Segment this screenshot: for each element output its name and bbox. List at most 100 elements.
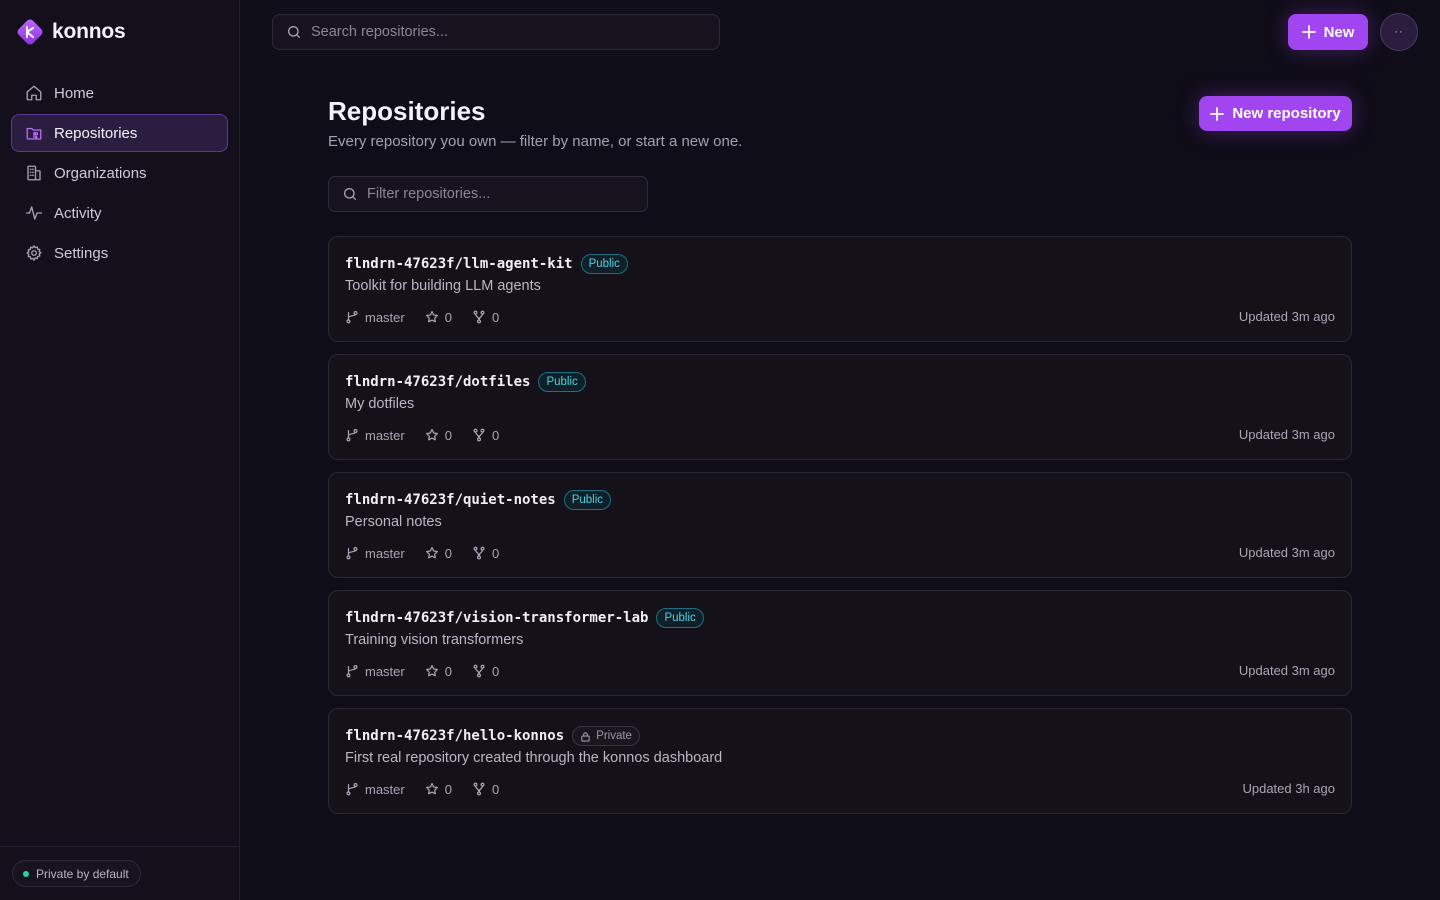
status-dot — [23, 870, 29, 877]
branch-name: master — [365, 309, 405, 325]
repo-card[interactable]: flndrn-47623f/vision-transformer-lab Pub… — [328, 590, 1352, 696]
sidebar-item-label: Home — [54, 84, 95, 102]
forks-value: 0 — [491, 545, 500, 561]
repo-meta: master 0 0 — [345, 425, 519, 445]
page-title: Repositories — [328, 96, 486, 126]
branch-name: master — [365, 663, 405, 679]
branch-icon — [346, 665, 358, 678]
updated-time: Updated 3m ago — [1238, 427, 1335, 442]
repo-name-link[interactable]: flndrn-47623f/dotfiles — [345, 374, 530, 390]
filter-input[interactable] — [367, 186, 637, 202]
global-search — [272, 14, 720, 50]
star-icon — [425, 546, 438, 559]
repo-name-link[interactable]: flndrn-47623f/hello-konnos — [345, 728, 564, 744]
repo-meta: master 0 0 — [345, 307, 519, 327]
repo-description: Training vision transformers — [345, 632, 524, 648]
star-count[interactable]: 0 — [425, 428, 452, 443]
badge-label: Private by default — [36, 866, 129, 881]
sidebar: konnos Home Repositories Organizations A… — [0, 0, 240, 900]
repo-header: flndrn-47623f/dotfiles Public — [345, 371, 586, 393]
plus-icon — [1210, 106, 1225, 121]
branch-icon — [346, 311, 358, 324]
branch-info: master — [345, 310, 405, 325]
repo-meta: master 0 0 — [345, 543, 519, 563]
star-count[interactable]: 0 — [425, 664, 452, 679]
search-icon — [288, 26, 300, 38]
star-icon — [425, 782, 438, 795]
repo-list: flndrn-47623f/llm-agent-kit Public Toolk… — [328, 236, 1352, 826]
branch-name: master — [365, 427, 405, 443]
gear-icon — [26, 245, 42, 261]
branch-info: master — [345, 546, 405, 561]
visibility-badge: Public — [563, 490, 612, 510]
branch-icon — [346, 547, 358, 560]
visibility-badge: Private — [572, 726, 640, 746]
updated-time: Updated 3m ago — [1238, 309, 1335, 324]
star-count[interactable]: 0 — [425, 310, 452, 325]
stars-value: 0 — [444, 545, 452, 561]
star-icon — [425, 428, 438, 441]
visibility-badge: Public — [580, 254, 628, 274]
search-input[interactable] — [311, 24, 691, 40]
fork-count[interactable]: 0 — [472, 546, 499, 561]
repo-meta: master 0 0 — [345, 661, 519, 681]
star-count[interactable]: 0 — [425, 546, 452, 561]
repo-card[interactable]: flndrn-47623f/llm-agent-kit Public Toolk… — [328, 236, 1352, 342]
repo-header: flndrn-47623f/hello-konnos Private — [345, 725, 640, 747]
sidebar-item-settings[interactable]: Settings — [11, 234, 228, 272]
sidebar-item-label: Activity — [54, 204, 102, 222]
sidebar-item-repositories[interactable]: Repositories — [11, 114, 228, 152]
new-repository-button[interactable]: New repository — [1199, 96, 1352, 131]
forks-value: 0 — [491, 309, 500, 325]
sidebar-item-label: Organizations — [54, 164, 147, 182]
forks-value: 0 — [491, 781, 500, 797]
repo-header: flndrn-47623f/quiet-notes Public — [345, 489, 612, 511]
repo-header: flndrn-47623f/vision-transformer-lab Pub… — [345, 607, 704, 629]
branch-info: master — [345, 782, 405, 797]
repo-description: My dotfiles — [345, 396, 415, 412]
new-button[interactable]: New — [1288, 14, 1368, 50]
fork-count[interactable]: 0 — [472, 782, 499, 797]
fork-icon — [473, 428, 485, 442]
building-icon — [27, 165, 41, 181]
repo-name-link[interactable]: flndrn-47623f/llm-agent-kit — [345, 256, 573, 272]
logo[interactable]: konnos — [16, 16, 126, 48]
visibility-badge: Public — [656, 608, 704, 628]
repo-card[interactable]: flndrn-47623f/dotfiles Public My dotfile… — [328, 354, 1352, 460]
fork-icon — [473, 546, 485, 560]
fork-icon — [473, 664, 485, 678]
user-menu-button[interactable]: ·· — [1380, 13, 1418, 51]
repo-icon — [26, 127, 42, 140]
fork-icon — [473, 782, 485, 796]
repo-name-link[interactable]: flndrn-47623f/vision-transformer-lab — [345, 610, 648, 626]
sidebar-item-label: Settings — [54, 244, 109, 262]
branch-icon — [346, 429, 358, 442]
konnos-logo-icon — [17, 19, 43, 45]
home-icon — [26, 85, 42, 101]
stars-value: 0 — [444, 781, 452, 797]
activity-icon — [25, 206, 43, 220]
forks-value: 0 — [491, 427, 500, 443]
sidebar-item-activity[interactable]: Activity — [11, 194, 228, 232]
fork-count[interactable]: 0 — [472, 310, 499, 325]
fork-icon — [473, 310, 485, 324]
branch-icon — [346, 783, 358, 796]
new-button-label: New — [1323, 23, 1355, 41]
updated-time: Updated 3h ago — [1242, 781, 1335, 796]
sidebar-nav: Home Repositories Organizations Activity — [11, 74, 228, 274]
visibility-label: Private — [596, 730, 632, 742]
repo-card[interactable]: flndrn-47623f/quiet-notes Public Persona… — [328, 472, 1352, 578]
fork-count[interactable]: 0 — [472, 664, 499, 679]
forks-value: 0 — [491, 663, 500, 679]
star-count[interactable]: 0 — [425, 782, 452, 797]
star-icon — [425, 664, 438, 677]
branch-info: master — [345, 428, 405, 443]
filter-box — [328, 176, 648, 212]
sidebar-item-home[interactable]: Home — [11, 74, 228, 112]
repo-card[interactable]: flndrn-47623f/hello-konnos Private First… — [328, 708, 1352, 814]
sidebar-item-organizations[interactable]: Organizations — [11, 154, 228, 192]
repo-name-link[interactable]: flndrn-47623f/quiet-notes — [345, 492, 556, 508]
fork-count[interactable]: 0 — [472, 428, 499, 443]
search-icon — [344, 188, 356, 200]
lock-icon — [581, 731, 590, 742]
